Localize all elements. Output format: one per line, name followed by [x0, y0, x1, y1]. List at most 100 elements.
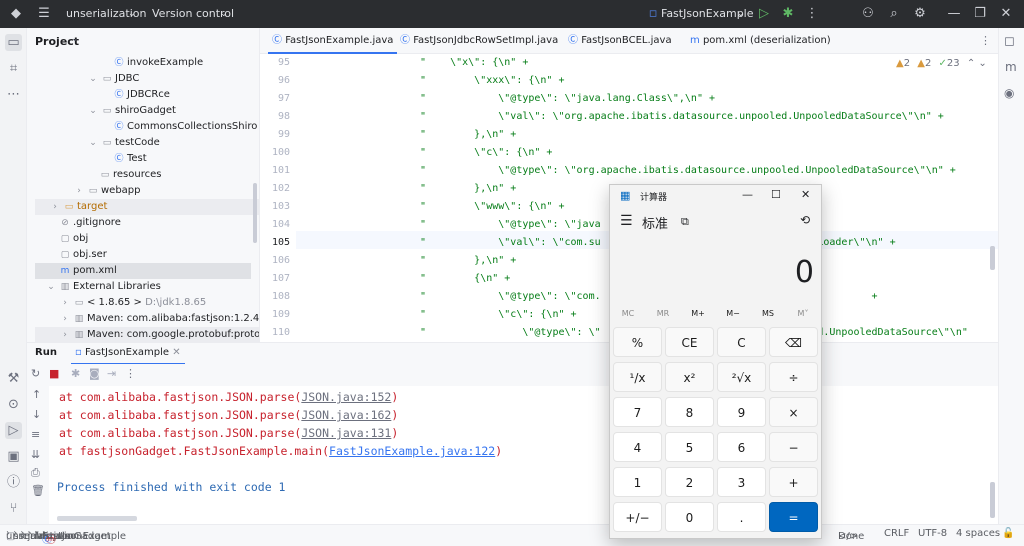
more-tools-icon[interactable]: ⋯ [5, 86, 22, 103]
memory-list-button[interactable]: M˅ [788, 309, 818, 318]
tab-list-icon[interactable]: ⋮ [980, 34, 991, 47]
lock-icon[interactable]: 🔓 [1002, 528, 1014, 539]
tree-item[interactable]: ⌄ ▥ External Libraries [45, 279, 161, 295]
add-user-icon[interactable]: ⚇ [860, 6, 876, 22]
settings-gear-icon[interactable]: ⚙ [912, 6, 928, 22]
close-tab-icon[interactable]: ✕ [172, 347, 180, 358]
keep-on-top-icon[interactable]: ⧉ [681, 215, 689, 229]
square-root-button[interactable]: ²√x [717, 362, 766, 392]
run-config-chevron-icon[interactable]: ⌄ [737, 0, 745, 28]
chevron-right-icon[interactable]: › [59, 295, 71, 311]
divide-button[interactable]: ÷ [769, 362, 818, 392]
clear-entry-button[interactable]: CE [665, 327, 714, 357]
main-menu-icon[interactable]: ☰ [36, 6, 52, 22]
project-tool-icon[interactable]: ▭ [5, 34, 22, 51]
camera-icon[interactable]: ◙ [89, 367, 100, 380]
console-hscrollbar[interactable] [57, 516, 137, 521]
file-encoding[interactable]: UTF-8 [918, 528, 947, 539]
history-icon[interactable]: ⟲ [800, 213, 810, 227]
mr-button[interactable]: MR [648, 309, 678, 318]
chevron-up-icon[interactable]: ⌃ [967, 58, 975, 69]
line-separator[interactable]: CRLF [884, 528, 909, 539]
calculator-titlebar[interactable]: ▦ 计算器 — ☐ ✕ [610, 185, 823, 207]
soft-wrap-icon[interactable]: ≡ [31, 428, 40, 441]
debug-disabled-icon[interactable]: ✱ [71, 367, 80, 380]
chevron-right-icon[interactable]: › [59, 327, 71, 343]
run-tool-icon[interactable]: ▷ [5, 422, 22, 439]
five-button[interactable]: 5 [665, 432, 714, 462]
tree-item[interactable]: Ⓒ CommonsCollectionsShiro [113, 119, 257, 135]
editor-scrollbar[interactable] [990, 246, 995, 270]
tree-item[interactable]: ⊘ .gitignore [59, 215, 121, 231]
zero-button[interactable]: 0 [665, 502, 714, 532]
tree-item[interactable]: Ⓒ JDBCRce [113, 87, 169, 103]
clear-trash-icon[interactable]: 🗑 [31, 484, 45, 497]
rerun-icon[interactable]: ↻ [31, 367, 40, 380]
tab-fastjsonjdbcrowsetimpl[interactable]: Ⓒ FastJsonJdbcRowSetImpl.java [400, 28, 558, 54]
tree-item[interactable]: › ▭ webapp [73, 183, 140, 199]
project-chevron-icon[interactable]: ⌄ [128, 0, 136, 28]
mc-button[interactable]: MC [613, 309, 643, 318]
m-minus-button[interactable]: M− [718, 309, 748, 318]
vcs-chevron-icon[interactable]: ⌄ [220, 0, 228, 28]
tree-item[interactable]: ⌄ ▭ shiroGadget [87, 103, 176, 119]
tree-item[interactable]: ▢ obj.ser [59, 247, 107, 263]
inspection-widget[interactable]: ▲2 ▲2 ✓23 ⌃ ⌄ [896, 58, 987, 69]
project-view-chevron-icon[interactable]: ⌄ [71, 34, 79, 44]
tree-item[interactable]: › ▭ target [35, 199, 259, 215]
chevron-down-icon[interactable]: ⌄ [87, 103, 99, 119]
structure-tool-icon[interactable]: ⌗ [5, 60, 22, 77]
down-arrow-icon[interactable]: ↓ [32, 408, 41, 421]
eight-button[interactable]: 8 [665, 397, 714, 427]
services-tool-icon[interactable]: ⊙ [5, 396, 22, 413]
two-button[interactable]: 2 [665, 467, 714, 497]
plus-button[interactable]: + [769, 467, 818, 497]
ms-button[interactable]: MS [753, 309, 783, 318]
tree-item[interactable]: ⌄ ▭ testCode [87, 135, 160, 151]
tab-pom-xml[interactable]: m pom.xml (deserialization) [690, 28, 831, 54]
m-plus-button[interactable]: M+ [683, 309, 713, 318]
chevron-right-icon[interactable]: › [59, 311, 71, 327]
run-icon[interactable]: ▷ [756, 6, 772, 22]
percent-button[interactable]: % [613, 327, 662, 357]
indent-setting[interactable]: 4 spaces [956, 528, 1000, 539]
four-button[interactable]: 4 [613, 432, 662, 462]
notifications-icon[interactable]: ◻ [1004, 34, 1015, 49]
decimal-button[interactable]: . [717, 502, 766, 532]
search-icon[interactable]: ⌕ [886, 6, 902, 22]
run-panel-title[interactable]: Run [35, 347, 57, 358]
restore-window-icon[interactable]: ❐ [972, 6, 988, 22]
one-button[interactable]: 1 [613, 467, 662, 497]
exit-icon[interactable]: ⇥ [107, 367, 116, 380]
square-button[interactable]: x² [665, 362, 714, 392]
console-output[interactable]: at com.alibaba.fastjson.JSON.parse(JSON.… [49, 386, 998, 524]
print-icon[interactable]: ⎙ [31, 466, 40, 480]
tree-item[interactable]: m pom.xml [35, 263, 251, 279]
chevron-down-icon[interactable]: ⌄ [87, 71, 99, 87]
negate-button[interactable]: +/− [613, 502, 662, 532]
run-tab-fastjsonexample[interactable]: ▫ FastJsonExample ✕ [71, 347, 185, 365]
tree-item[interactable]: ⌄ ▭ JDBC [87, 71, 139, 87]
maximize-icon[interactable]: ☐ [771, 188, 781, 201]
close-window-icon[interactable]: ✕ [998, 6, 1014, 22]
navigation-menu-icon[interactable]: ☰ [620, 213, 633, 229]
tree-item[interactable]: ⒸinvokeExample [113, 55, 203, 71]
minimize-icon[interactable]: — [742, 188, 753, 201]
problems-tool-icon[interactable]: ⓘ [5, 474, 22, 491]
database-tool-icon[interactable]: ◉ [1004, 86, 1014, 100]
tree-item[interactable]: Ⓒ Test [113, 151, 146, 167]
stop-icon[interactable]: ■ [49, 367, 59, 380]
clear-button[interactable]: C [717, 327, 766, 357]
seven-button[interactable]: 7 [613, 397, 662, 427]
equals-button[interactable]: = [769, 502, 818, 532]
tab-fastjsonbcel[interactable]: Ⓒ FastJsonBCEL.java [568, 28, 672, 54]
backspace-button[interactable]: ⌫ [769, 327, 818, 357]
multiply-button[interactable]: × [769, 397, 818, 427]
tree-item[interactable]: › ▭ < 1.8.65 > D:\jdk1.8.65 [59, 295, 206, 311]
debug-icon[interactable]: ✱ [780, 6, 796, 22]
six-button[interactable]: 6 [717, 432, 766, 462]
chevron-down-icon[interactable]: ⌄ [45, 279, 57, 295]
breadcrumb[interactable]: ▢ unserialization › src › main › java › … [6, 528, 126, 546]
scroll-to-end-icon[interactable]: ⇊ [31, 448, 40, 461]
console-vscrollbar[interactable] [990, 482, 995, 518]
